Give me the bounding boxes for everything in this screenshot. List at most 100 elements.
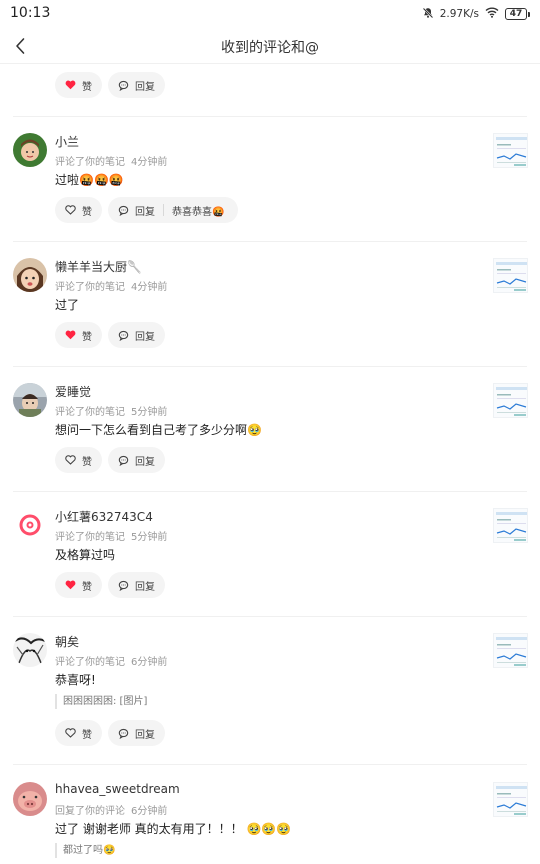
divider — [13, 116, 527, 117]
username[interactable]: 小红薯632743C4 — [55, 508, 153, 525]
page-title: 收到的评论和@ — [221, 40, 319, 56]
timestamp: 5分钟前 — [131, 532, 168, 543]
comment-text: 及格算过吗 — [55, 548, 116, 562]
action-text: 评论了你的笔记 — [55, 282, 125, 293]
comment-meta: 评论了你的笔记 5分钟前 — [55, 403, 167, 418]
comment-text: 过啦🤬🤬🤬 — [55, 173, 124, 187]
reply-button[interactable]: 回复 — [108, 72, 165, 98]
like-label: 赞 — [82, 456, 92, 468]
note-thumbnail[interactable] — [493, 633, 528, 668]
battery-level: 47 — [505, 8, 527, 20]
username[interactable]: 爱睡觉 — [55, 383, 91, 400]
avatar[interactable] — [13, 633, 47, 667]
like-label: 赞 — [82, 206, 92, 218]
note-thumbnail[interactable] — [493, 383, 528, 418]
reply-button[interactable]: 回复 — [108, 720, 165, 746]
like-button[interactable]: 赞 — [55, 322, 102, 348]
status-icons: 2.97K/s 47 — [422, 7, 530, 21]
action-text: 评论了你的笔记 — [55, 407, 125, 418]
note-thumbnail[interactable] — [493, 782, 528, 817]
like-button[interactable]: 赞 — [55, 720, 102, 746]
like-label: 赞 — [82, 81, 92, 93]
reply-button[interactable]: 回复 — [108, 447, 165, 473]
status-bar: 10:13 2.97K/s 47 — [0, 0, 540, 28]
avatar[interactable] — [13, 258, 47, 292]
timestamp: 6分钟前 — [131, 806, 168, 817]
avatar[interactable] — [13, 782, 47, 816]
comment-meta: 回复了你的评论 6分钟前 — [55, 802, 167, 817]
avatar[interactable] — [13, 383, 47, 417]
reply-label: 回复 — [135, 331, 155, 343]
reply-label: 回复 — [135, 206, 155, 218]
comment-text: 过了 — [55, 298, 80, 312]
timestamp: 4分钟前 — [131, 282, 168, 293]
comment-meta: 评论了你的笔记 6分钟前 — [55, 653, 167, 668]
like-label: 赞 — [82, 331, 92, 343]
quoted-comment: 都过了吗🥹 — [55, 843, 115, 858]
username[interactable]: hhavea_sweetdream — [55, 782, 180, 796]
heart-filled-icon — [65, 580, 76, 590]
list-item[interactable]: 小红薯632743C4 评论了你的笔记 5分钟前 及格算过吗 赞 回复 — [0, 508, 540, 602]
list-item-partial: 赞 回复 — [0, 72, 540, 102]
like-button[interactable]: 赞 — [55, 197, 102, 223]
heart-outline-icon — [65, 455, 76, 465]
divider — [13, 491, 527, 492]
note-thumbnail[interactable] — [493, 258, 528, 293]
divider — [13, 616, 527, 617]
like-label: 赞 — [82, 581, 92, 593]
action-text: 评论了你的笔记 — [55, 532, 125, 543]
bell-off-icon — [422, 7, 434, 22]
comment-meta: 评论了你的笔记 4分钟前 — [55, 278, 167, 293]
username[interactable]: 朝矣 — [55, 633, 79, 650]
list-item[interactable]: hhavea_sweetdream 回复了你的评论 6分钟前 过了 谢谢老师 真的… — [0, 782, 540, 864]
list-item[interactable]: 爱睡觉 评论了你的笔记 5分钟前 想问一下怎么看到自己考了多少分啊🥹 赞 回复 — [0, 383, 540, 477]
reply-label: 回复 — [135, 81, 155, 93]
heart-outline-icon — [65, 205, 76, 215]
list-item[interactable]: 懒羊羊当大厨🥄 评论了你的笔记 4分钟前 过了 赞 回复 — [0, 258, 540, 352]
reply-label: 回复 — [135, 581, 155, 593]
username[interactable]: 懒羊羊当大厨🥄 — [55, 258, 142, 275]
quoted-comment: 困困困困困: [图片] — [55, 694, 147, 709]
like-button[interactable]: 赞 — [55, 447, 102, 473]
heart-outline-icon — [65, 728, 76, 738]
chat-bubble-icon — [118, 580, 129, 591]
comment-meta: 评论了你的笔记 4分钟前 — [55, 153, 167, 168]
reply-button[interactable]: 回复 — [108, 572, 165, 598]
chat-bubble-icon — [118, 330, 129, 341]
divider — [13, 764, 527, 765]
timestamp: 6分钟前 — [131, 657, 168, 668]
note-thumbnail[interactable] — [493, 508, 528, 543]
comment-meta: 评论了你的笔记 5分钟前 — [55, 528, 167, 543]
reply-label: 回复 — [135, 456, 155, 468]
avatar[interactable] — [13, 133, 47, 167]
chat-bubble-icon — [118, 205, 129, 216]
avatar[interactable] — [13, 508, 47, 542]
list-item[interactable]: 小兰 评论了你的笔记 4分钟前 过啦🤬🤬🤬 赞 回复 恭喜恭喜🤬 — [0, 133, 540, 227]
action-text: 评论了你的笔记 — [55, 157, 125, 168]
timestamp: 5分钟前 — [131, 407, 168, 418]
timestamp: 4分钟前 — [131, 157, 168, 168]
battery-icon: 47 — [505, 8, 530, 20]
status-time: 10:13 — [10, 5, 51, 21]
nav-bar: 收到的评论和@ — [0, 28, 540, 64]
list-item[interactable]: 朝矣 评论了你的笔记 6分钟前 恭喜呀! 困困困困困: [图片] 赞 回复 — [0, 633, 540, 749]
like-button[interactable]: 赞 — [55, 572, 102, 598]
like-button[interactable]: 赞 — [55, 72, 102, 98]
reply-button[interactable]: 回复 恭喜恭喜🤬 — [108, 197, 238, 223]
username[interactable]: 小兰 — [55, 133, 79, 150]
chat-bubble-icon — [118, 80, 129, 91]
action-text: 回复了你的评论 — [55, 806, 125, 817]
quick-reply-suggestion[interactable]: 恭喜恭喜🤬 — [172, 203, 224, 218]
comment-text: 恭喜呀! — [55, 673, 96, 687]
comment-text: 过了 谢谢老师 真的太有用了！！！ 🥹🥹🥹 — [55, 822, 292, 836]
chat-bubble-icon — [118, 728, 129, 739]
action-text: 评论了你的笔记 — [55, 657, 125, 668]
heart-filled-icon — [65, 330, 76, 340]
like-label: 赞 — [82, 729, 92, 741]
note-thumbnail[interactable] — [493, 133, 528, 168]
reply-button[interactable]: 回复 — [108, 322, 165, 348]
divider — [13, 241, 527, 242]
reply-label: 回复 — [135, 729, 155, 741]
divider — [13, 366, 527, 367]
heart-filled-icon — [65, 80, 76, 90]
